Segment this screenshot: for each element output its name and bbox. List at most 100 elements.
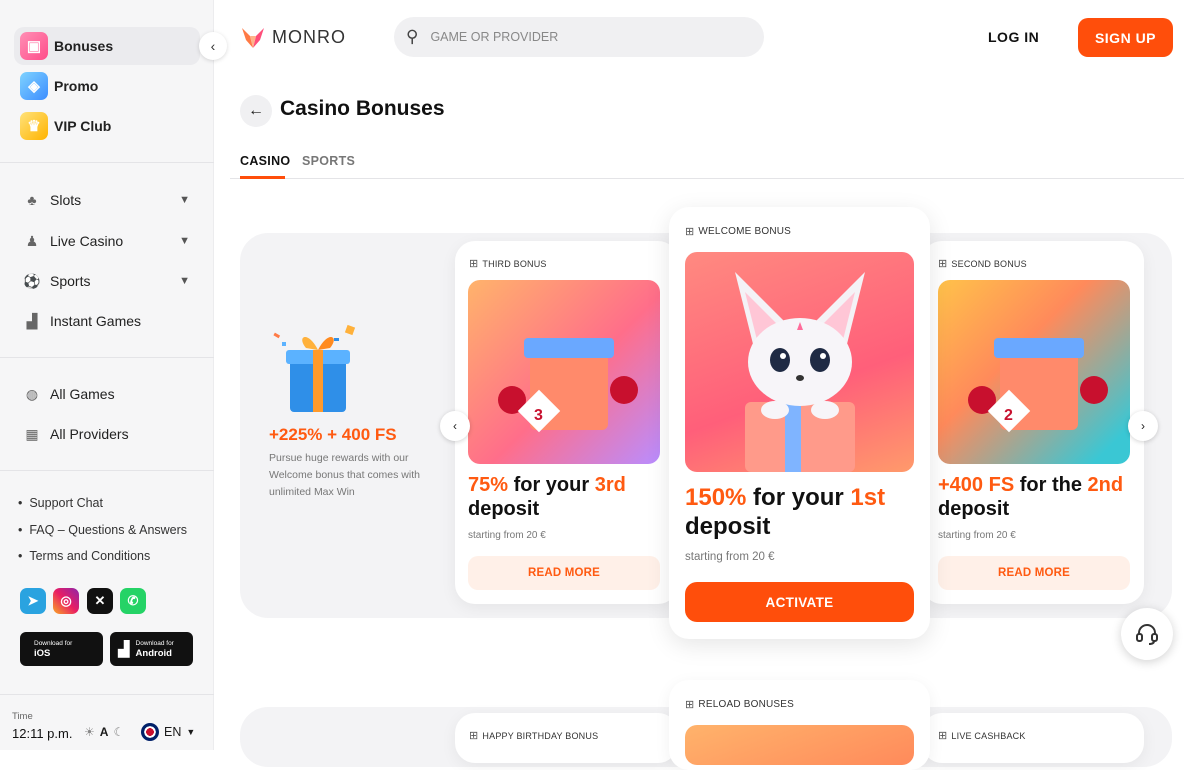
card-subtitle: starting from 20 € — [685, 551, 775, 563]
gift-box-icon — [273, 324, 356, 412]
theme-switcher[interactable]: ☀ A ☾ — [84, 725, 124, 739]
card-subtitle: starting from 20 € — [468, 530, 546, 541]
sidebar-item-all-providers[interactable]: ▦ All Providers — [14, 415, 200, 453]
signup-button[interactable]: SIGN UP — [1078, 18, 1173, 57]
card-label-text: WELCOME BONUS — [698, 226, 792, 237]
search-placeholder: GAME OR PROVIDER — [430, 30, 559, 44]
link-label: FAQ – Questions & Answers — [29, 523, 188, 537]
page-title: Casino Bonuses — [280, 97, 445, 120]
promo-amount: +225% + 400 FS — [269, 425, 397, 444]
sidebar-collapse-button[interactable]: ‹ — [199, 32, 227, 60]
store-caption: Download for — [135, 639, 174, 647]
gift-icon: ⊞ — [469, 730, 479, 742]
read-more-button[interactable]: READ MORE — [468, 556, 660, 590]
support-chat-link[interactable]: • Support Chat — [18, 496, 103, 510]
chevron-left-icon: ‹ — [453, 419, 457, 433]
store-name: iOS — [34, 647, 51, 659]
support-chat-button[interactable] — [1121, 608, 1173, 660]
back-button[interactable]: ← — [240, 95, 272, 127]
card-label-text: SECOND BONUS — [951, 258, 1027, 269]
card-label: ⊞ THIRD BONUS — [469, 257, 547, 270]
sidebar-item-label: Bonuses — [54, 38, 114, 54]
sidebar-item-vip-club[interactable]: ♛ VIP Club — [14, 107, 200, 145]
whatsapp-icon[interactable]: ✆ — [120, 588, 146, 614]
theme-auto: A — [99, 725, 109, 739]
title-part: 2nd — [1087, 474, 1124, 496]
svg-text:3: 3 — [534, 407, 543, 424]
gift-slot-image: 3 — [498, 338, 638, 433]
sidebar-item-label: VIP Club — [54, 118, 112, 134]
bonus-card-second[interactable]: ⊞ SECOND BONUS 2 +400 FS for the 2nd depos… — [922, 241, 1144, 604]
tab-sports[interactable]: SPORTS — [302, 154, 355, 168]
fox-logo-icon — [242, 28, 264, 48]
search-icon: ⚲ — [406, 27, 419, 46]
x-icon[interactable]: ✕ — [87, 588, 113, 614]
bonus-card-live-cashback[interactable]: ⊞ LIVE CASHBACK — [922, 713, 1144, 763]
sidebar-item-label: All Providers — [50, 426, 129, 442]
bonus-card-reload[interactable]: ⊞ RELOAD BONUSES — [669, 680, 930, 770]
sidebar-footer: Time 12:11 p.m. ☀ A ☾ EN ▼ — [0, 694, 214, 750]
carousel-next-button[interactable]: › — [1128, 411, 1158, 441]
title-part: 150% — [685, 484, 747, 511]
bonus-card-birthday[interactable]: ⊞ HAPPY BIRTHDAY BONUS — [455, 713, 678, 763]
carousel-prev-button[interactable]: ‹ — [440, 411, 470, 441]
dealer-icon: ♟ — [25, 232, 39, 249]
sidebar-item-promo[interactable]: ◈ Promo — [14, 67, 200, 105]
card-subtitle: starting from 20 € — [938, 530, 1016, 541]
tab-casino[interactable]: CASINO — [240, 154, 290, 168]
title-part: deposit — [468, 498, 540, 521]
activate-button[interactable]: ACTIVATE — [685, 582, 914, 622]
card-label-text: LIVE CASHBACK — [951, 730, 1026, 741]
chevron-down-icon: ▼ — [179, 235, 190, 247]
instagram-icon[interactable]: ◎ — [53, 588, 79, 614]
tab-active-indicator — [240, 176, 285, 179]
sidebar-item-label: Promo — [54, 78, 99, 94]
divider — [0, 357, 214, 358]
sidebar-item-label: Slots — [50, 192, 82, 208]
title-part: 3rd — [594, 474, 626, 496]
search-input[interactable]: ⚲ GAME OR PROVIDER — [394, 17, 764, 57]
logo[interactable]: MONRO — [240, 24, 346, 50]
title-part: for your — [746, 484, 851, 511]
bonus-card-welcome[interactable]: ⊞ WELCOME BONUS 150% for your 1st deposit … — [669, 207, 930, 639]
gift-icon: ⊞ — [685, 699, 695, 711]
sidebar-item-all-games[interactable]: ◍ All Games — [14, 375, 200, 413]
tabs-divider — [230, 178, 1184, 179]
cherry-icon: ♣ — [27, 192, 37, 208]
android-download-button[interactable]: ▟ Download for Android — [110, 632, 193, 666]
sidebar-item-instant-games[interactable]: ▟ Instant Games — [14, 302, 200, 340]
title-part: 1st — [850, 484, 886, 511]
title-part: for the — [1014, 474, 1088, 496]
faq-link[interactable]: • FAQ – Questions & Answers — [18, 523, 187, 537]
sidebar-item-label: Instant Games — [50, 313, 142, 329]
read-more-button[interactable]: READ MORE — [938, 556, 1130, 590]
sidebar-item-slots[interactable]: ♣ Slots ▼ — [14, 181, 200, 219]
store-name: Android — [135, 647, 172, 659]
telegram-icon[interactable]: ➤ — [20, 588, 46, 614]
android-icon: ▟ — [118, 641, 130, 658]
logo-text: MONRO — [272, 26, 346, 47]
terms-link[interactable]: • Terms and Conditions — [18, 549, 150, 563]
sidebar-item-bonuses[interactable]: ▣ Bonuses — [14, 27, 200, 65]
login-button[interactable]: LOG IN — [988, 29, 1039, 45]
header: MONRO ⚲ GAME OR PROVIDER LOG IN SIGN UP — [214, 0, 1200, 76]
sidebar: ▣ Bonuses ◈ Promo ♛ VIP Club ‹ ♣ Slots ▼… — [0, 0, 227, 750]
bonus-image: 2 — [938, 280, 1130, 464]
gift-icon: ▣ — [20, 32, 48, 60]
time-value: 12:11 p.m. — [12, 726, 73, 741]
bonus-image: 3 — [468, 280, 660, 464]
bonus-card-third[interactable]: ⊞ THIRD BONUS 3 75% for your 3rd deposit s… — [455, 241, 678, 604]
language-selector[interactable]: EN ▼ — [141, 723, 195, 741]
ios-download-button[interactable]: Download for iOS — [20, 632, 103, 666]
card-title: 150% for your 1st deposit — [685, 483, 885, 542]
chevron-left-icon: ‹ — [210, 38, 216, 54]
store-caption: Download for — [34, 639, 73, 647]
chevron-down-icon: ▼ — [179, 194, 190, 206]
sidebar-item-live-casino[interactable]: ♟ Live Casino ▼ — [14, 222, 200, 260]
headset-icon — [1136, 624, 1158, 645]
card-title: 75% for your 3rd deposit — [468, 473, 626, 522]
sidebar-item-sports[interactable]: ⚽ Sports ▼ — [14, 262, 200, 300]
sidebar-item-label: All Games — [50, 386, 115, 402]
fox-mascot-image — [735, 272, 865, 472]
compass-icon: ◍ — [25, 385, 39, 402]
